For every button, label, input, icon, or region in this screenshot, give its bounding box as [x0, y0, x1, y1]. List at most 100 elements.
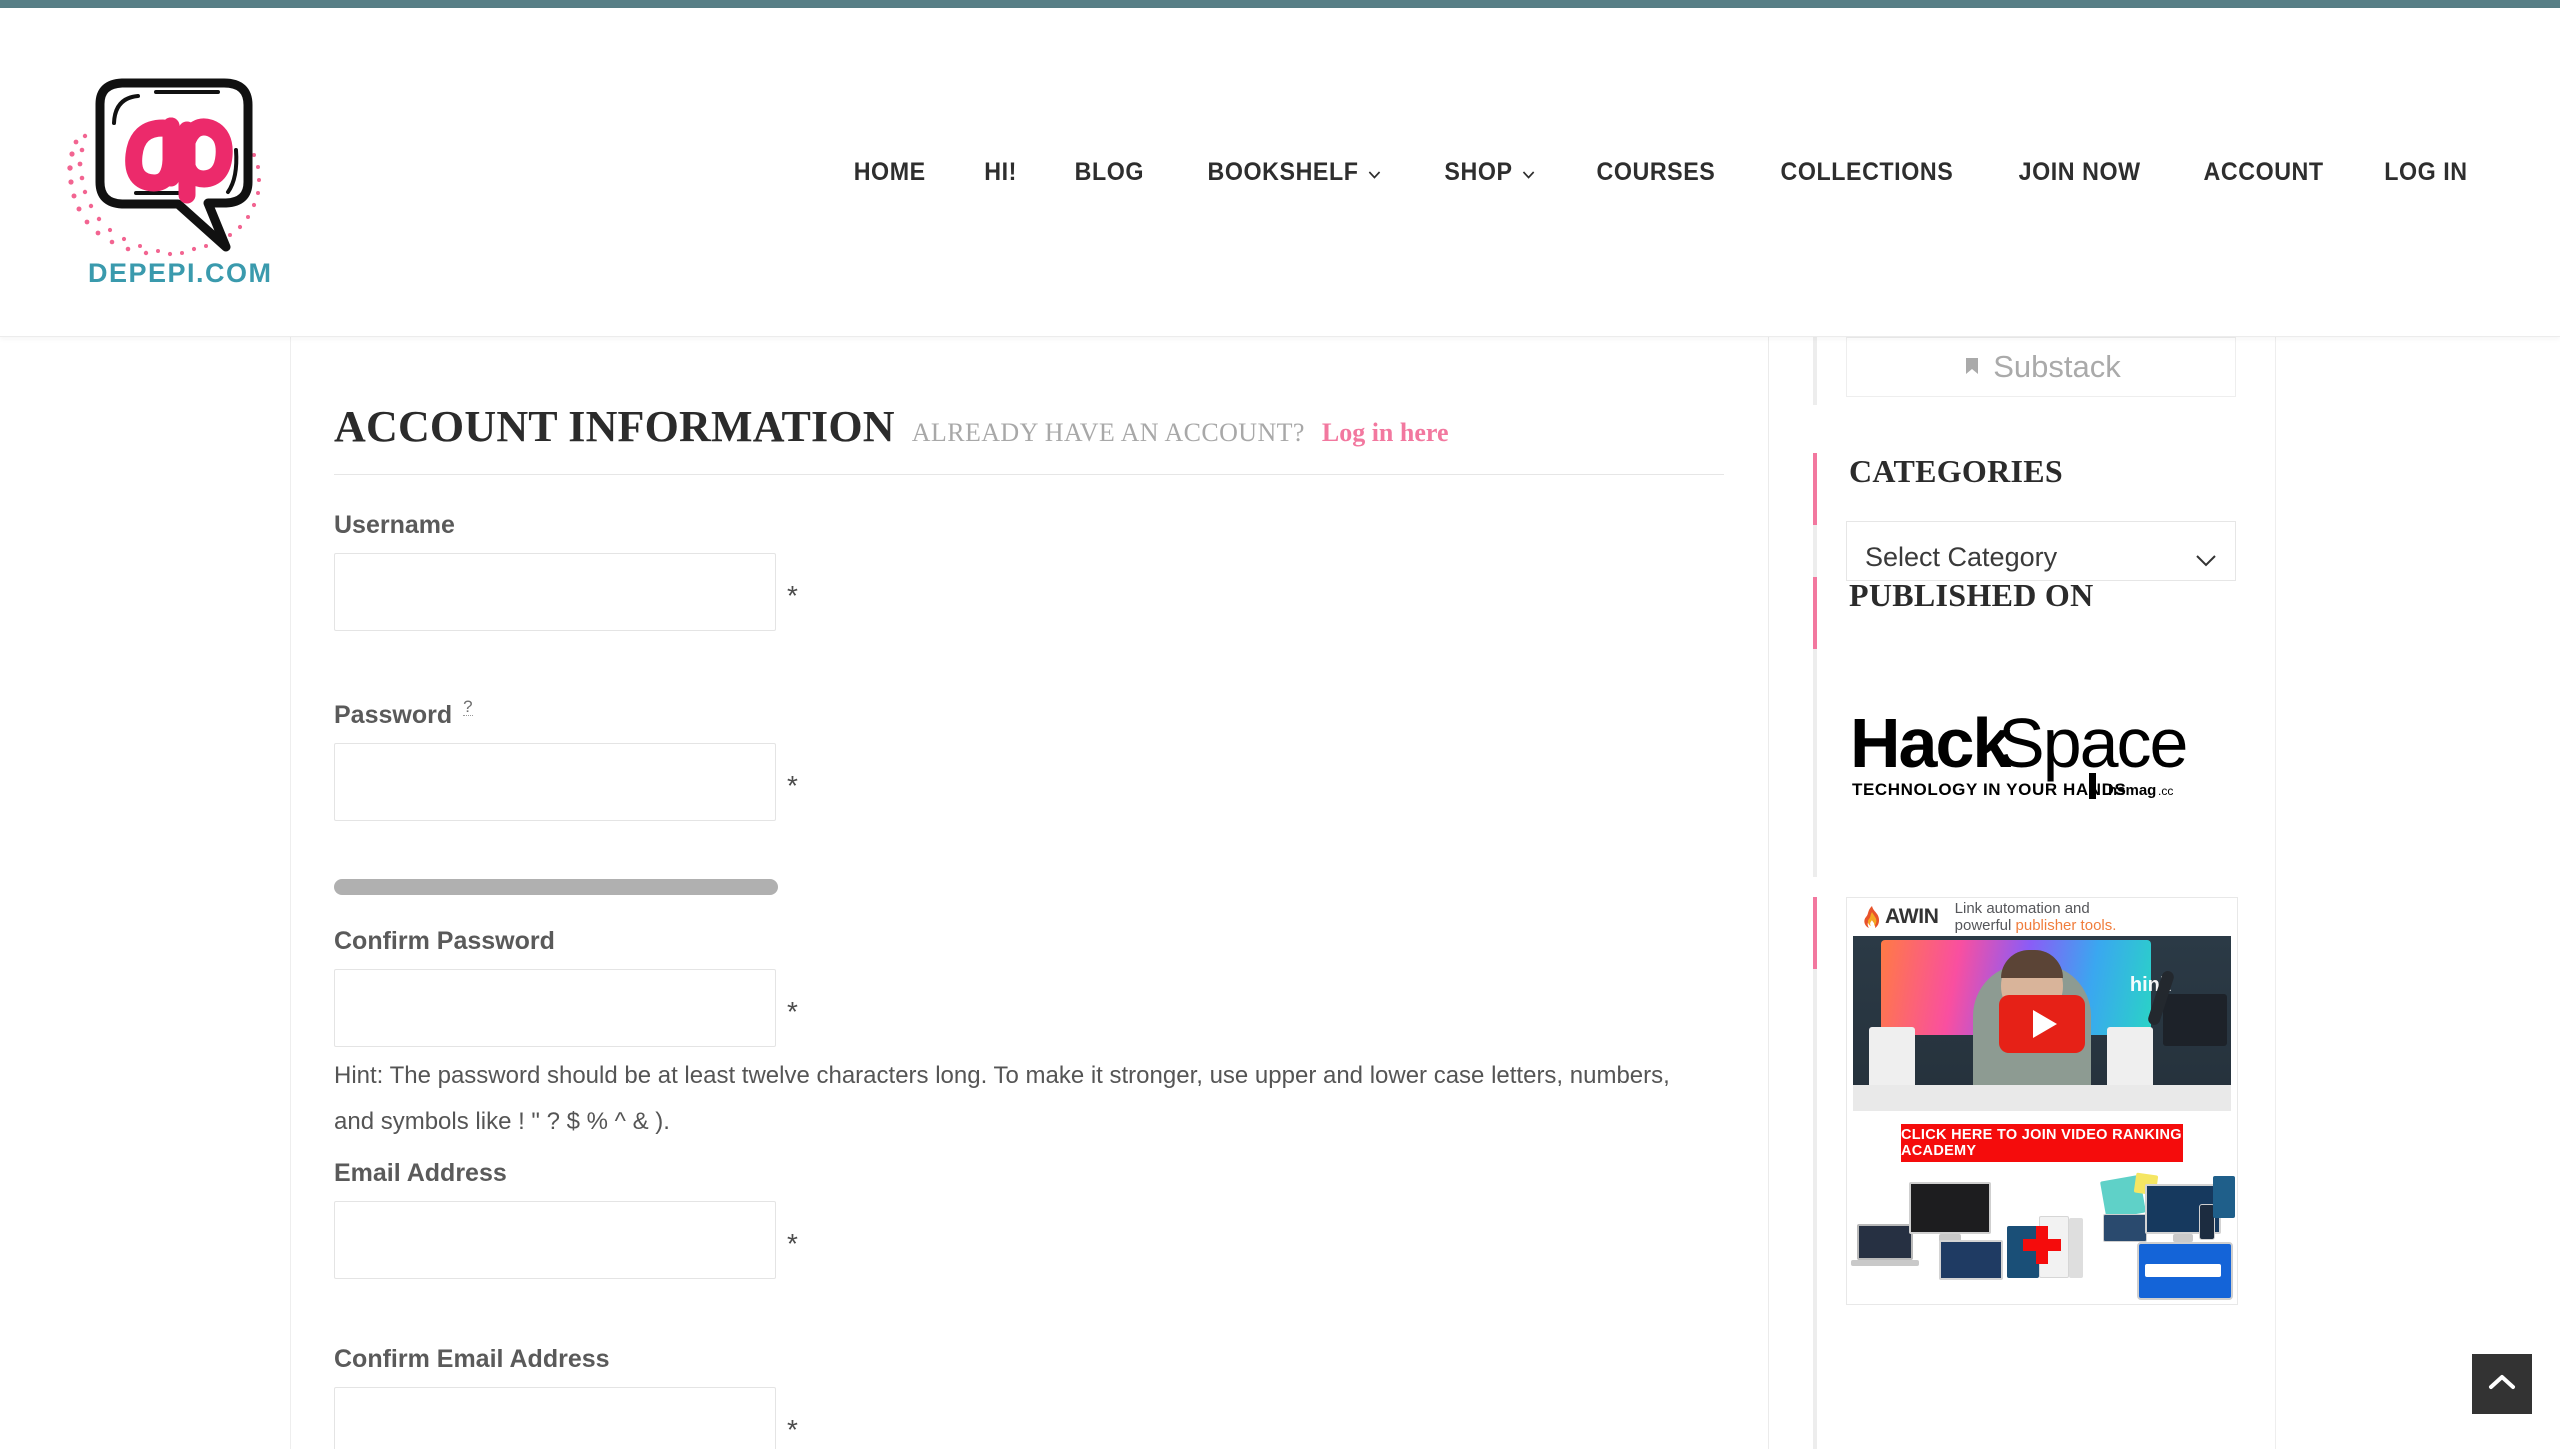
label-text: Password [334, 701, 453, 729]
nav-label: ACCOUNT [2203, 158, 2324, 186]
label-text: Email Address [334, 1159, 507, 1187]
required-asterisk: * [787, 996, 798, 1027]
mockup-large-tablet-label [2145, 1264, 2221, 1277]
required-asterisk: * [787, 1228, 798, 1259]
page-title: ACCOUNT INFORMATION [334, 402, 895, 451]
widget-substack: Substack [1813, 337, 2236, 405]
password-input[interactable] [334, 743, 776, 821]
svg-text:TECHNOLOGY IN YOUR HANDS: TECHNOLOGY IN YOUR HANDS [1852, 780, 2126, 799]
nav-item-blog[interactable]: BLOG [1050, 158, 1170, 187]
hackspace-logo[interactable]: Hack Space TECHNOLOGY IN YOUR HANDS hsma… [1846, 695, 2236, 815]
awin-tagline-line2-accent: publisher tools. [2015, 917, 2117, 934]
required-asterisk: * [787, 580, 798, 611]
mockup-laptop [1857, 1224, 1913, 1260]
mockup-imac-stand [2173, 1234, 2193, 1242]
studio-speaker-left [1869, 1027, 1915, 1089]
password-help-icon[interactable]: ? [463, 698, 473, 716]
field-email-address: Email Address * [334, 1159, 798, 1279]
awin-tagline-line1: Link automation and [1954, 900, 2090, 917]
password-label: Password ? [334, 698, 798, 730]
play-triangle [2032, 1009, 2057, 1038]
nav-label: HI! [984, 158, 1017, 186]
nav-label: JOIN NOW [2018, 158, 2141, 186]
username-input[interactable] [334, 553, 776, 631]
label-text: Confirm Email Address [334, 1345, 610, 1373]
category-select[interactable]: Select Category [1846, 521, 2236, 581]
video-thumbnail[interactable]: hink [1853, 936, 2231, 1111]
svg-text:.cc: .cc [2158, 784, 2173, 798]
required-asterisk: * [787, 1414, 798, 1445]
nav-item-collections[interactable]: COLLECTIONS [1756, 158, 1979, 187]
studio-mixer [2163, 994, 2227, 1046]
awin-header-strip: AWIN Link automation and powerful publis… [1847, 898, 2237, 936]
mockup-book-right [2213, 1176, 2235, 1218]
top-accent-bar [0, 0, 2560, 8]
nav-item-join-now[interactable]: JOIN NOW [1993, 158, 2165, 187]
widget-accent-bar [1813, 577, 1817, 649]
join-video-ranking-academy-button[interactable]: CLICK HERE TO JOIN VIDEO RANKING ACADEMY [1901, 1124, 2183, 1162]
nav-item-log-in[interactable]: LOG IN [2359, 158, 2468, 187]
mockup-tablet [1939, 1240, 2003, 1280]
nav-item-bookshelf[interactable]: BOOKSHELF [1182, 158, 1406, 187]
required-asterisk: * [787, 770, 798, 801]
awin-brand-text: AWIN [1885, 905, 1939, 928]
nav-label: BLOG [1074, 158, 1145, 186]
site-logo[interactable]: DEPEPI.COM [58, 50, 303, 300]
studio-speaker-right [2107, 1027, 2153, 1089]
product-mockups [1847, 1172, 2237, 1304]
nav-item-courses[interactable]: COURSES [1572, 158, 1741, 187]
email-address-label: Email Address [334, 1159, 798, 1188]
logo-icon: DEPEPI.COM [67, 78, 273, 288]
nav-item-account[interactable]: ACCOUNT [2178, 158, 2348, 187]
field-password: Password ? * [334, 698, 798, 821]
mockup-small-laptop [2103, 1214, 2147, 1242]
awin-tagline: Link automation and powerful publisher t… [1955, 900, 2117, 934]
categories-title: CATEGORIES [1849, 453, 2064, 489]
awin-flame-icon [1864, 906, 1880, 928]
nav-item-home[interactable]: HOME [829, 158, 951, 187]
site-header: DEPEPI.COM HOME HI! BLOG BOOKSHELF SHOP … [0, 8, 2560, 337]
nav-label: SHOP [1444, 158, 1513, 186]
chevron-up-icon [2488, 1373, 2516, 1396]
nav-label: HOME [854, 158, 927, 186]
chevron-down-icon [1523, 170, 1535, 179]
widget-rule [1813, 337, 1817, 405]
scroll-to-top-button[interactable] [2472, 1354, 2532, 1414]
awin-ad-card[interactable]: AWIN Link automation and powerful publis… [1846, 897, 2238, 1305]
account-information-header: ACCOUNT INFORMATION ALREADY HAVE AN ACCO… [334, 401, 1724, 475]
nav-label: BOOKSHELF [1207, 158, 1359, 186]
log-in-here-link[interactable]: Log in here [1322, 418, 1449, 448]
nav-item-hi[interactable]: HI! [959, 158, 1042, 187]
widget-advertisement: AWIN Link automation and powerful publis… [1813, 897, 2238, 1449]
field-confirm-password: Confirm Password * [334, 927, 798, 1047]
confirm-password-label: Confirm Password [334, 927, 798, 956]
published-on-title: PUBLISHED ON [1849, 577, 2094, 613]
chevron-down-icon [1368, 170, 1381, 179]
bookmark-icon [1961, 349, 1983, 385]
svg-text:Space: Space [1998, 704, 2186, 782]
username-label: Username [334, 511, 798, 540]
confirm-email-address-input[interactable] [334, 1387, 776, 1449]
password-strength-meter [334, 879, 778, 895]
nav-label: COLLECTIONS [1780, 158, 1954, 186]
widget-categories: CATEGORIES Select Category [1813, 453, 2236, 585]
nav-label: LOG IN [2384, 158, 2468, 186]
play-button-icon[interactable] [1999, 994, 2085, 1053]
label-text: Confirm Password [334, 927, 555, 955]
confirm-password-input[interactable] [334, 969, 776, 1047]
email-address-input[interactable] [334, 1201, 776, 1279]
nav-item-shop[interactable]: SHOP [1419, 158, 1560, 187]
svg-text:DEPEPI.COM: DEPEPI.COM [88, 258, 273, 288]
nav-label: COURSES [1596, 158, 1716, 186]
substack-button[interactable]: Substack [1846, 337, 2236, 397]
awin-tagline-line2-plain: powerful [1954, 917, 2016, 934]
awin-logo: AWIN [1861, 905, 1939, 929]
mockup-monitor [1909, 1182, 1991, 1234]
field-confirm-email-address: Confirm Email Address * [334, 1345, 798, 1449]
widget-accent-bar [1813, 897, 1817, 969]
widget-rule [1813, 897, 1817, 1449]
mockup-book-three [2069, 1218, 2083, 1278]
studio-desk [1853, 1085, 2231, 1111]
main-navigation[interactable]: HOME HI! BLOG BOOKSHELF SHOP COURSES COL… [824, 8, 2560, 337]
mockup-laptop-base [1851, 1260, 1919, 1266]
